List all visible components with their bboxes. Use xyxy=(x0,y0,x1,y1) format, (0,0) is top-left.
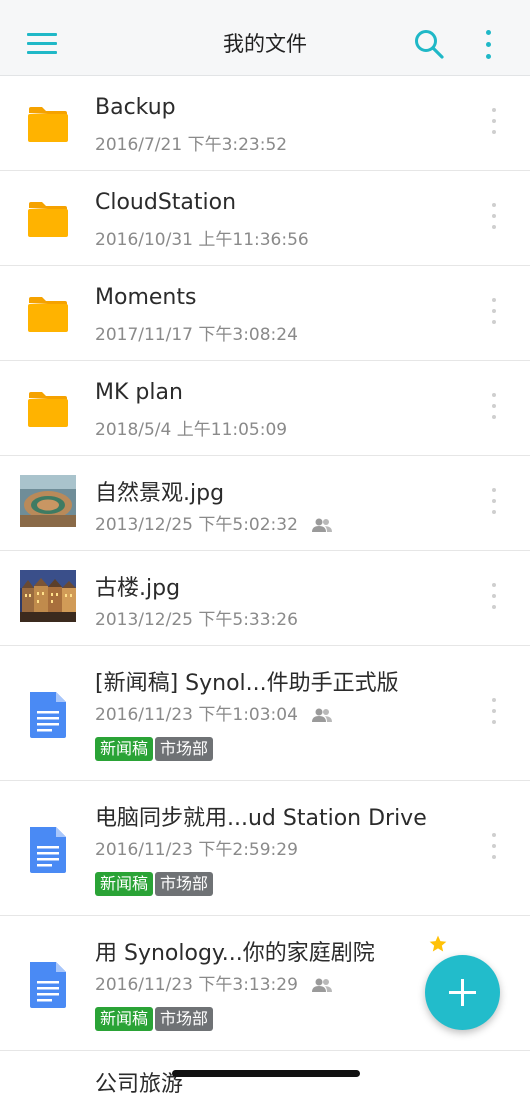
shared-users-icon xyxy=(312,978,333,992)
add-button[interactable] xyxy=(425,955,500,1030)
partial-file-name: 公司旅游 xyxy=(95,1072,184,1097)
tag-badge: 新闻稿 xyxy=(95,1007,154,1031)
more-vertical-icon[interactable] xyxy=(486,203,502,235)
page-title: 我的文件 xyxy=(223,32,307,56)
document-icon xyxy=(30,827,66,873)
file-row-cloudstation[interactable]: CloudStation 2016/10/31 上午11:36:56 xyxy=(0,171,530,266)
tag-badge: 市场部 xyxy=(155,1007,214,1031)
file-row-press-release-doc[interactable]: [新闻稿] Synol...件助手正式版 2016/11/23 下午1:03:0… xyxy=(0,646,530,781)
file-row-moments[interactable]: Moments 2017/11/17 下午3:08:24 xyxy=(0,266,530,361)
file-name: 自然景观.jpg xyxy=(95,481,225,506)
tag-badge: 新闻稿 xyxy=(95,737,154,761)
more-vertical-icon[interactable] xyxy=(486,298,502,330)
more-vertical-icon[interactable] xyxy=(486,393,502,425)
more-options-icon[interactable] xyxy=(476,28,500,62)
file-row-mk-plan[interactable]: MK plan 2018/5/4 上午11:05:09 xyxy=(0,361,530,456)
file-list: Backup 2016/7/21 下午3:23:52 CloudStation … xyxy=(0,76,530,1051)
more-vertical-icon[interactable] xyxy=(486,488,502,520)
folder-icon xyxy=(28,392,68,427)
folder-icon xyxy=(28,297,68,332)
file-date: 2016/7/21 下午3:23:52 xyxy=(95,135,288,155)
file-date-line: 2016/11/23 下午1:03:04 xyxy=(95,700,333,725)
file-row-old-buildings-jpg[interactable]: 古楼.jpg 2013/12/25 下午5:33:26 xyxy=(0,551,530,646)
file-row-backup[interactable]: Backup 2016/7/21 下午3:23:52 xyxy=(0,76,530,171)
file-date: 2016/10/31 上午11:36:56 xyxy=(95,230,309,250)
tag-list: 新闻稿 市场部 xyxy=(95,1007,215,1031)
more-vertical-icon[interactable] xyxy=(486,833,502,865)
more-vertical-icon[interactable] xyxy=(486,108,502,140)
search-icon[interactable] xyxy=(413,28,445,60)
file-name: MK plan xyxy=(95,380,183,405)
file-row-landscape-jpg[interactable]: 自然景观.jpg 2013/12/25 下午5:02:32 xyxy=(0,456,530,551)
file-name: Backup xyxy=(95,95,176,120)
tag-badge: 市场部 xyxy=(155,872,214,896)
tag-list: 新闻稿 市场部 xyxy=(95,737,215,761)
file-date-line: 2016/11/23 下午3:13:29 xyxy=(95,970,333,995)
file-date-line: 2013/12/25 下午5:02:32 xyxy=(95,510,333,535)
document-icon xyxy=(30,962,66,1008)
document-icon xyxy=(30,692,66,738)
file-date: 2013/12/25 下午5:02:32 xyxy=(95,515,298,535)
file-date: 2018/5/4 上午11:05:09 xyxy=(95,420,288,440)
image-thumbnail xyxy=(20,570,76,622)
file-name: 用 Synology...你的家庭剧院 xyxy=(95,941,375,966)
file-date: 2016/11/23 下午2:59:29 xyxy=(95,840,298,860)
file-date: 2016/11/23 下午3:13:29 xyxy=(95,975,298,995)
shared-users-icon xyxy=(312,518,333,532)
file-name: [新闻稿] Synol...件助手正式版 xyxy=(95,671,399,696)
home-indicator[interactable] xyxy=(172,1070,360,1077)
file-name: Moments xyxy=(95,285,197,310)
more-vertical-icon[interactable] xyxy=(486,583,502,615)
file-name: 古楼.jpg xyxy=(95,576,181,601)
file-name: CloudStation xyxy=(95,190,237,215)
file-row-cloud-station-drive-doc[interactable]: 电脑同步就用...ud Station Drive 2016/11/23 下午2… xyxy=(0,781,530,916)
star-icon xyxy=(429,935,447,952)
folder-icon xyxy=(28,107,68,142)
more-vertical-icon[interactable] xyxy=(486,698,502,730)
top-app-bar: 我的文件 xyxy=(0,0,530,76)
tag-badge: 市场部 xyxy=(155,737,214,761)
shared-users-icon xyxy=(312,708,333,722)
file-date: 2017/11/17 下午3:08:24 xyxy=(95,325,298,345)
file-name: 电脑同步就用...ud Station Drive xyxy=(95,806,427,831)
tag-badge: 新闻稿 xyxy=(95,872,154,896)
image-thumbnail xyxy=(20,475,76,527)
file-date: 2013/12/25 下午5:33:26 xyxy=(95,610,298,630)
tag-list: 新闻稿 市场部 xyxy=(95,872,215,896)
file-date: 2016/11/23 下午1:03:04 xyxy=(95,705,298,725)
folder-icon xyxy=(28,202,68,237)
